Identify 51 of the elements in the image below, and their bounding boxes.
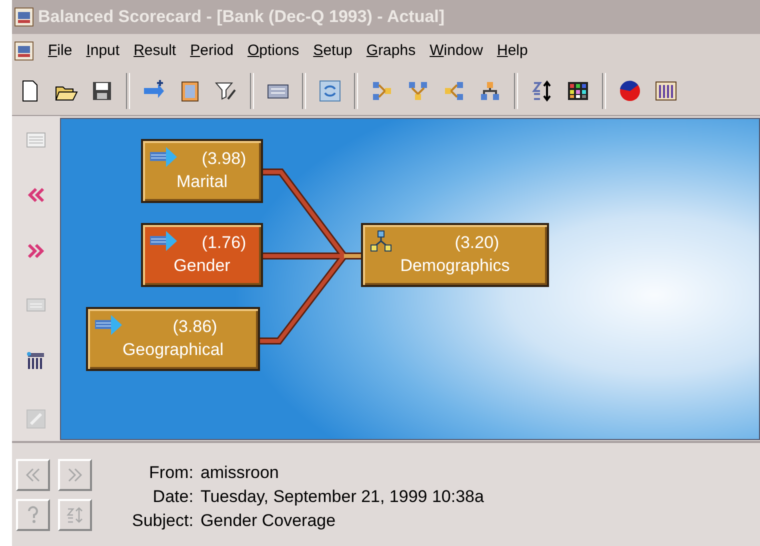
double-chevron-left-icon	[25, 468, 41, 482]
field-label: Subject:	[132, 511, 194, 531]
menu-item[interactable]: File	[48, 42, 72, 59]
node-score: (3.86)	[172, 316, 218, 338]
diagram-node[interactable]: (1.76) Gender	[141, 223, 263, 287]
menu-item[interactable]: Input	[86, 42, 120, 59]
field-value: Gender Coverage	[200, 511, 337, 531]
menu-item[interactable]: Graphs	[366, 42, 416, 59]
pie-chart-icon[interactable]	[618, 79, 642, 103]
field-value: amissroon	[200, 463, 280, 483]
arrow-icon	[94, 313, 124, 337]
node-label: Gender	[174, 255, 230, 277]
bar-chart-icon[interactable]	[654, 79, 678, 103]
menu-item[interactable]: Result	[134, 42, 176, 59]
menu-item[interactable]: Window	[430, 42, 483, 59]
node-label: Marital	[176, 171, 228, 193]
help-button[interactable]	[16, 499, 50, 531]
columns-icon[interactable]	[26, 352, 46, 370]
field-value: Tuesday, September 21, 1999 10:38a	[200, 487, 484, 507]
refresh-icon[interactable]	[318, 79, 342, 103]
field-label: From:	[148, 463, 194, 483]
window-title: Balanced Scorecard - [Bank (Dec-Q 1993) - Actual]	[38, 7, 445, 27]
node-score: (3.98)	[202, 148, 246, 170]
question-mark-icon	[27, 506, 39, 524]
node-label: Geographical	[122, 339, 224, 361]
next-button[interactable]	[58, 459, 92, 491]
arrow-icon	[149, 145, 179, 169]
menu-item[interactable]: Setup	[313, 42, 352, 59]
split-icon[interactable]	[442, 79, 466, 103]
double-chevron-left-icon[interactable]	[27, 187, 45, 204]
node-score: (3.20)	[454, 232, 500, 254]
menu-item[interactable]: Options	[247, 42, 300, 59]
node-label: Demographics	[400, 255, 510, 277]
app-icon	[14, 7, 34, 27]
previous-button[interactable]	[16, 459, 50, 491]
node-score: (1.76)	[202, 232, 246, 254]
double-chevron-right-icon[interactable]	[27, 242, 45, 259]
app-icon[interactable]	[14, 40, 34, 60]
menu-item[interactable]: Period	[190, 42, 234, 59]
branch-icon[interactable]	[370, 79, 394, 103]
merge-icon[interactable]	[406, 79, 430, 103]
save-icon[interactable]	[90, 79, 114, 103]
hierarchy-icon	[369, 229, 393, 253]
arrow-icon	[149, 229, 179, 253]
color-grid-icon[interactable]	[566, 79, 590, 103]
menu-item[interactable]: Help	[496, 42, 528, 59]
hierarchy-icon[interactable]	[478, 79, 502, 103]
sort-button[interactable]	[58, 499, 92, 531]
sort-icon	[66, 506, 84, 524]
field-label: Date:	[152, 487, 194, 507]
double-chevron-right-icon	[67, 468, 83, 482]
